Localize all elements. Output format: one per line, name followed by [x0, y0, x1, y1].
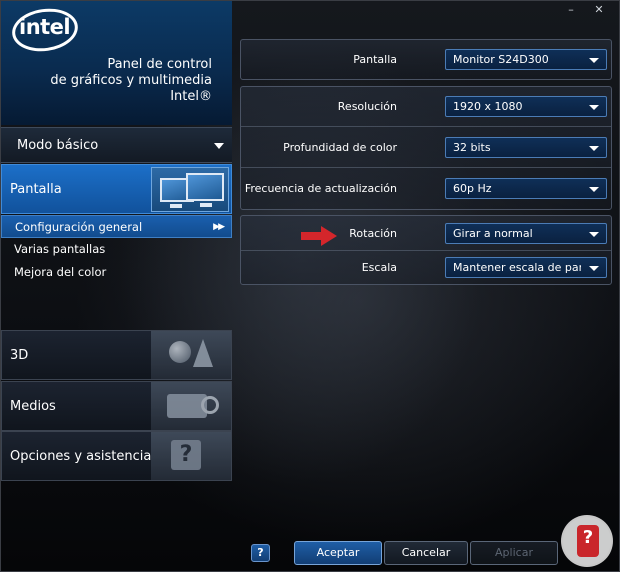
frecuencia-select[interactable]: 60p Hz: [445, 178, 607, 199]
pantalla-select[interactable]: Monitor S24D300: [445, 49, 607, 70]
accept-button[interactable]: Aceptar: [294, 541, 382, 565]
category-label: Medios: [10, 399, 56, 414]
monitor-stand: [170, 204, 182, 208]
chevron-down-icon: [589, 146, 599, 151]
3d-shapes-icon: [151, 331, 231, 379]
category-opciones-y-asistencia[interactable]: Opciones y asistencia ?: [1, 431, 232, 481]
orientation-group: Rotación Girar a normal Escala Mantener …: [240, 215, 612, 285]
category-label: 3D: [10, 348, 29, 363]
escala-select[interactable]: Mantener escala de pant...: [445, 257, 607, 278]
category-label: Opciones y asistencia: [10, 449, 152, 464]
select-value: 60p Hz: [453, 182, 492, 195]
sphere-shape: [169, 341, 191, 363]
double-chevron-right-icon: ▶▶: [213, 222, 225, 232]
watermark-badge: ?: [577, 525, 599, 557]
setting-label: Pantalla: [353, 53, 397, 66]
monitor-shape: [186, 173, 224, 201]
resolucion-select[interactable]: 1920 x 1080: [445, 96, 607, 117]
camera-lens: [201, 396, 219, 414]
app-title-line-1: Panel de control: [107, 57, 212, 72]
display-group: Pantalla Monitor S24D300: [240, 39, 612, 80]
chevron-down-icon: [589, 232, 599, 237]
minimize-button[interactable]: –: [561, 1, 581, 19]
red-arrow-annotation: [301, 226, 337, 246]
setting-row-resolucion: Resolución 1920 x 1080: [241, 87, 611, 127]
category-medios[interactable]: Medios: [1, 381, 232, 431]
subitem-mejora-del-color[interactable]: Mejora del color: [1, 261, 232, 284]
chevron-down-icon: [589, 187, 599, 192]
setting-row-rotacion: Rotación Girar a normal: [241, 216, 611, 251]
chevron-down-icon: [589, 266, 599, 271]
category-3d[interactable]: 3D: [1, 330, 232, 380]
setting-label: Resolución: [337, 100, 397, 113]
site-logo-watermark: ?: [561, 515, 613, 567]
rotacion-select[interactable]: Girar a normal: [445, 223, 607, 244]
subitem-label: Configuración general: [15, 220, 143, 234]
mode-settings-group: Resolución 1920 x 1080 Profundidad de co…: [240, 86, 612, 210]
question-mark-icon: ?: [582, 527, 594, 548]
subitem-label: Varias pantallas: [14, 242, 106, 256]
app-title-line-3: Intel®: [170, 89, 212, 104]
select-value: Mantener escala de pant...: [453, 261, 581, 274]
chevron-down-icon: [589, 58, 599, 63]
arrow-shape: [301, 226, 337, 246]
setting-label: Frecuencia de actualización: [244, 182, 397, 195]
mode-label: Modo básico: [17, 138, 99, 153]
setting-row-frecuencia: Frecuencia de actualización 60p Hz: [241, 169, 611, 209]
apply-button[interactable]: Aplicar: [470, 541, 558, 565]
chevron-down-icon: [589, 105, 599, 110]
subitem-configuracion-general[interactable]: Configuración general ▶▶: [1, 215, 232, 238]
sidebar: intel Panel de control de gráficos y mul…: [1, 1, 232, 481]
select-value: 1920 x 1080: [453, 100, 523, 113]
setting-label: Escala: [361, 261, 397, 274]
category-label: Pantalla: [10, 182, 62, 197]
cancel-button[interactable]: Cancelar: [384, 541, 468, 565]
setting-row-pantalla: Pantalla Monitor S24D300: [241, 40, 611, 80]
chevron-down-icon: [214, 143, 224, 149]
select-value: 32 bits: [453, 141, 491, 154]
subitem-list: Configuración general ▶▶ Varias pantalla…: [1, 215, 232, 284]
category-pantalla[interactable]: Pantalla: [1, 164, 232, 214]
question-mark-icon: ?: [171, 440, 201, 470]
help-button[interactable]: ?: [251, 544, 270, 562]
select-value: Monitor S24D300: [453, 53, 549, 66]
monitors-icon: [151, 167, 229, 212]
intel-control-panel-window: – ✕ intel Panel de control de gráficos y…: [0, 0, 620, 572]
profundidad-select[interactable]: 32 bits: [445, 137, 607, 158]
select-value: Girar a normal: [453, 227, 533, 240]
subitem-varias-pantallas[interactable]: Varias pantallas: [1, 238, 232, 261]
mode-selector[interactable]: Modo básico: [1, 127, 232, 163]
brand-header: intel Panel de control de gráficos y mul…: [1, 1, 232, 125]
cone-shape: [193, 339, 213, 367]
monitor-stand: [200, 203, 212, 207]
setting-row-escala: Escala Mantener escala de pant...: [241, 251, 611, 284]
setting-label: Rotación: [349, 227, 397, 240]
help-tools-icon: ?: [151, 432, 231, 480]
app-title: Panel de control de gráficos y multimedi…: [12, 57, 212, 105]
video-camera-icon: [151, 382, 231, 430]
subitem-label: Mejora del color: [14, 265, 107, 279]
setting-row-profundidad-de-color: Profundidad de color 32 bits: [241, 128, 611, 168]
app-title-line-2: de gráficos y multimedia: [50, 73, 212, 88]
close-button[interactable]: ✕: [589, 1, 609, 19]
intel-logo: intel: [19, 15, 71, 39]
setting-label: Profundidad de color: [283, 141, 397, 154]
